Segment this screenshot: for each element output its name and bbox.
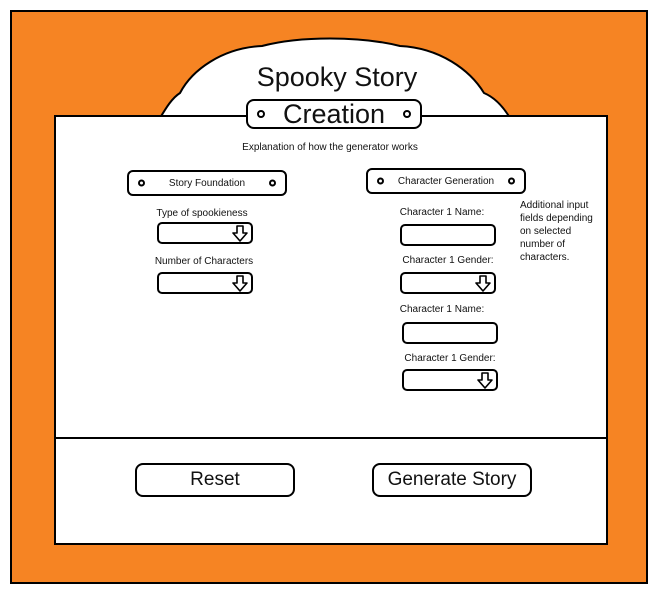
generate-story-button[interactable]: Generate Story	[372, 463, 532, 497]
number-of-characters-dropdown[interactable]	[157, 272, 253, 294]
character-1-gender-dropdown[interactable]	[400, 272, 496, 294]
screw-icon	[269, 179, 276, 187]
explanation-text: Explanation of how the generator works	[242, 142, 418, 153]
character-1-name-input[interactable]	[400, 224, 496, 246]
character-generation-heading: Character Generation	[366, 168, 526, 194]
title-plaque: Creation	[246, 99, 422, 129]
character-2-name-input[interactable]	[402, 322, 498, 344]
story-foundation-label: Story Foundation	[168, 177, 246, 189]
additional-fields-note: Additional input fields depending on sel…	[520, 200, 593, 263]
character-generation-label: Character Generation	[397, 175, 495, 187]
page-title-line2: Creation	[282, 99, 386, 129]
character-1-name-label: Character 1 Name:	[399, 207, 485, 218]
screw-icon	[138, 179, 145, 187]
down-arrow-icon	[477, 372, 493, 389]
down-arrow-icon	[475, 275, 491, 292]
screw-icon	[403, 110, 411, 118]
down-arrow-icon	[232, 275, 248, 292]
screw-icon	[508, 177, 515, 185]
page-title-line1: Spooky Story	[256, 62, 418, 92]
reset-button[interactable]: Reset	[135, 463, 295, 497]
character-1-gender-label: Character 1 Gender:	[402, 255, 494, 266]
screw-icon	[377, 177, 384, 185]
spookiness-label: Type of spookieness	[156, 208, 248, 219]
screw-icon	[257, 110, 265, 118]
spookiness-dropdown[interactable]	[157, 222, 253, 244]
character-2-gender-dropdown[interactable]	[402, 369, 498, 391]
character-2-gender-label: Character 1 Gender:	[404, 353, 496, 364]
down-arrow-icon	[232, 225, 248, 242]
story-foundation-heading: Story Foundation	[127, 170, 287, 196]
panel-divider	[54, 437, 608, 439]
number-of-characters-label: Number of Characters	[154, 256, 254, 267]
character-2-name-label: Character 1 Name:	[399, 304, 485, 315]
